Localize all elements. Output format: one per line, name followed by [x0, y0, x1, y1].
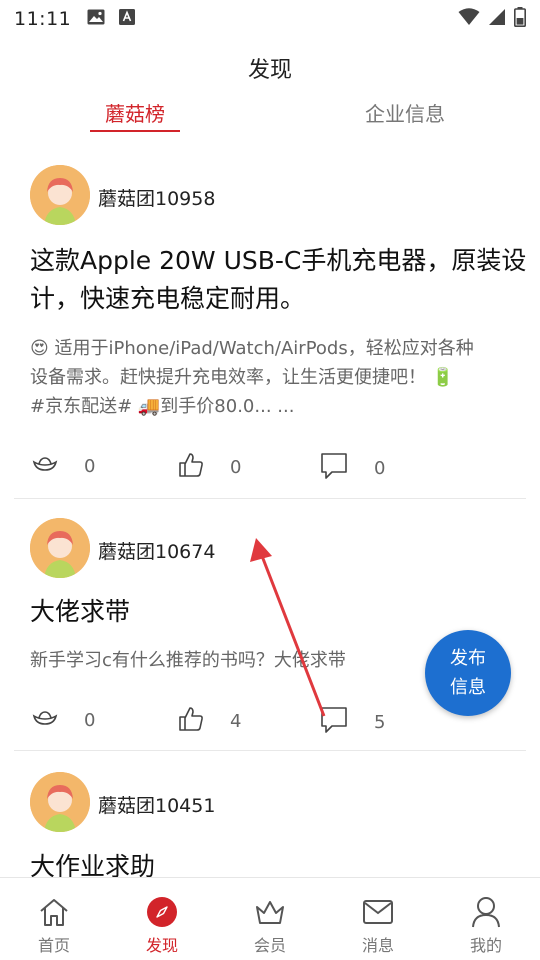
avatar[interactable]	[30, 772, 90, 832]
like-stat[interactable]: 4	[178, 706, 241, 736]
divider	[14, 498, 526, 499]
comment-count: 5	[374, 711, 386, 733]
comment-icon	[320, 706, 348, 738]
nav-label: 消息	[361, 936, 394, 955]
bottom-nav: 首页 发现 会员 消息 我的	[0, 877, 540, 960]
comment-stat[interactable]: 5	[320, 706, 385, 738]
publish-info-button[interactable]: 发布 信息	[425, 630, 511, 716]
thumbs-up-icon	[178, 706, 204, 736]
wifi-icon	[458, 8, 480, 30]
divider	[14, 750, 526, 751]
publish-label-line2: 信息	[450, 677, 486, 698]
post-body-line: #京东配送# 🚚到手价80.0... ...	[30, 396, 295, 417]
page-title: 发现	[247, 58, 292, 83]
comment-count: 0	[374, 457, 386, 479]
tab-mushroom-ranking[interactable]: 蘑菇榜	[90, 96, 180, 132]
nav-label: 发现	[145, 936, 178, 955]
post-title[interactable]: 这款Apple 20W USB-C手机充电器，原装设计，快速充电稳定耐用。	[30, 242, 530, 318]
reward-count: 0	[84, 709, 96, 731]
user-icon	[471, 896, 501, 928]
status-time: 11:11	[14, 8, 72, 30]
nav-label: 首页	[37, 936, 70, 955]
avatar[interactable]	[30, 518, 90, 578]
avatar[interactable]	[30, 165, 90, 225]
reward-count: 0	[84, 455, 96, 477]
battery-icon	[514, 7, 526, 31]
author-name[interactable]: 蘑菇团10451	[98, 791, 215, 818]
comment-stat[interactable]: 0	[320, 452, 385, 484]
post-body[interactable]: 😍 适用于iPhone/iPad/Watch/AirPods，轻松应对各种 设备…	[30, 334, 535, 421]
tab-bar: 蘑菇榜 企业信息	[0, 96, 540, 136]
mail-icon	[362, 896, 394, 928]
status-bar: 11:11	[0, 0, 540, 38]
thumbs-up-icon	[178, 452, 204, 482]
image-notification-icon	[87, 9, 105, 29]
crown-icon	[254, 896, 286, 928]
like-stat[interactable]: 0	[178, 452, 241, 482]
post-card[interactable]: 蘑菇团10451 大作业求助	[0, 754, 540, 878]
like-count: 0	[230, 456, 242, 478]
nav-messages[interactable]: 消息	[324, 878, 432, 960]
comment-icon	[320, 452, 348, 484]
nav-home[interactable]: 首页	[0, 878, 108, 960]
nav-membership[interactable]: 会员	[216, 878, 324, 960]
post-title[interactable]: 大佬求带	[30, 593, 530, 631]
author-name[interactable]: 蘑菇团10958	[98, 184, 215, 211]
like-count: 4	[230, 710, 242, 732]
ingot-icon	[32, 708, 58, 732]
text-notification-icon	[119, 9, 136, 29]
nav-label: 会员	[253, 936, 286, 955]
nav-discover[interactable]: 发现	[108, 878, 216, 960]
reward-stat[interactable]: 0	[32, 708, 95, 732]
post-title[interactable]: 大作业求助	[30, 848, 530, 878]
ingot-icon	[32, 454, 58, 478]
nav-label: 我的	[469, 936, 502, 955]
publish-label-line1: 发布	[450, 648, 486, 669]
tab-company-info[interactable]: 企业信息	[358, 96, 452, 132]
nav-profile[interactable]: 我的	[432, 878, 540, 960]
post-feed[interactable]: 蘑菇团10958 这款Apple 20W USB-C手机充电器，原装设计，快速充…	[0, 150, 540, 878]
post-body-line: 😍 适用于iPhone/iPad/Watch/AirPods，轻松应对各种	[30, 338, 474, 359]
home-icon	[38, 896, 70, 928]
compass-icon	[146, 896, 178, 928]
signal-icon	[488, 8, 506, 30]
author-name[interactable]: 蘑菇团10674	[98, 537, 215, 564]
post-card[interactable]: 蘑菇团10958 这款Apple 20W USB-C手机充电器，原装设计，快速充…	[0, 150, 540, 500]
post-body-line: 设备需求。赶快提升充电效率，让生活更便捷吧！ 🔋	[30, 367, 455, 388]
reward-stat[interactable]: 0	[32, 454, 95, 478]
